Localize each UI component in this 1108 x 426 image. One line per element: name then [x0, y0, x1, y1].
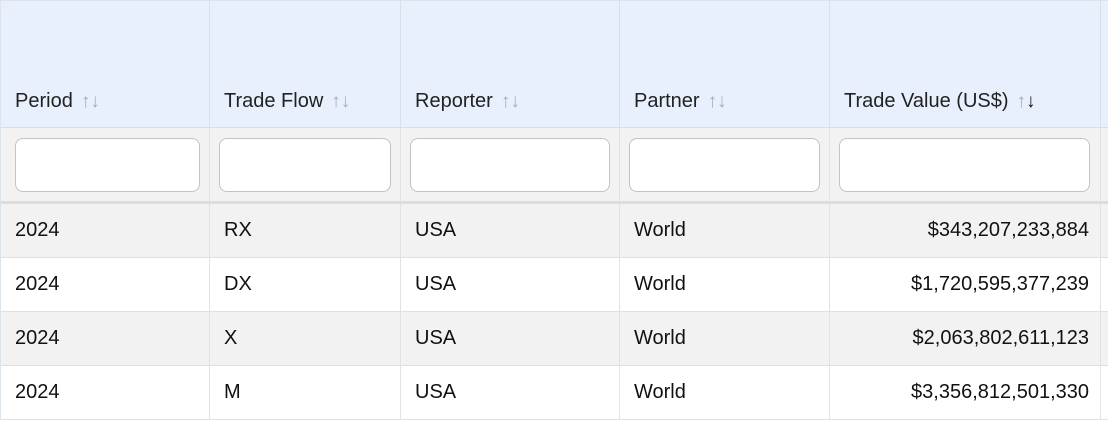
cell-reporter: USA [401, 204, 620, 257]
sort-icon[interactable]: ↑↓ [501, 91, 520, 113]
column-label-period: Period [15, 90, 73, 112]
cell-partner: World [620, 366, 830, 419]
cell-reporter: USA [401, 312, 620, 365]
table-row[interactable]: 2024 RX USA World $343,207,233,884 [1, 204, 1108, 258]
sort-icon[interactable]: ↑↓ [81, 91, 100, 113]
cell-overflow [1101, 204, 1108, 257]
cell-trade-value: $3,356,812,501,330 [830, 366, 1101, 419]
sort-ascending-icon: ↑ [80, 91, 91, 112]
table-row[interactable]: 2024 M USA World $3,356,812,501,330 [1, 366, 1108, 420]
column-header-overflow [1101, 1, 1108, 127]
sort-icon[interactable]: ↑↓ [1017, 91, 1036, 113]
sort-icon[interactable]: ↑↓ [331, 91, 350, 113]
cell-overflow [1101, 312, 1108, 365]
column-header-trade-value[interactable]: Trade Value (US$) ↑↓ [830, 1, 1101, 127]
filter-cell-reporter [401, 128, 620, 201]
column-header-period[interactable]: Period ↑↓ [1, 1, 210, 127]
cell-overflow [1101, 366, 1108, 419]
cell-period: 2024 [1, 204, 210, 257]
column-label-trade-value: Trade Value (US$) [844, 90, 1009, 112]
cell-trade-flow: DX [210, 258, 401, 311]
table-row[interactable]: 2024 X USA World $2,063,802,611,123 [1, 312, 1108, 366]
sort-descending-icon: ↓ [90, 91, 100, 112]
column-label-trade-flow: Trade Flow [224, 90, 324, 112]
column-header-trade-flow[interactable]: Trade Flow ↑↓ [210, 1, 401, 127]
sort-descending-icon: ↓ [340, 91, 351, 112]
sort-ascending-icon: ↑ [1016, 91, 1027, 112]
cell-trade-flow: X [210, 312, 401, 365]
filter-cell-overflow [1101, 128, 1108, 201]
sort-descending-icon: ↓ [510, 91, 520, 112]
filter-cell-period [1, 128, 210, 201]
cell-period: 2024 [1, 312, 210, 365]
cell-trade-value: $1,720,595,377,239 [830, 258, 1101, 311]
column-header-partner[interactable]: Partner ↑↓ [620, 1, 830, 127]
cell-period: 2024 [1, 258, 210, 311]
cell-period: 2024 [1, 366, 210, 419]
cell-trade-value: $2,063,802,611,123 [830, 312, 1101, 365]
sort-descending-icon-active: ↓ [1026, 91, 1036, 112]
filter-input-trade-value[interactable] [839, 137, 1090, 192]
filter-input-reporter[interactable] [410, 137, 610, 192]
cell-trade-flow: RX [210, 204, 401, 257]
filter-cell-trade-flow [210, 128, 401, 201]
cell-reporter: USA [401, 258, 620, 311]
column-header-reporter[interactable]: Reporter ↑↓ [401, 1, 620, 127]
cell-trade-flow: M [210, 366, 401, 419]
column-label-partner: Partner [634, 90, 700, 112]
sort-ascending-icon: ↑ [331, 91, 341, 112]
filter-input-trade-flow[interactable] [219, 137, 391, 192]
table-row[interactable]: 2024 DX USA World $1,720,595,377,239 [1, 258, 1108, 312]
trade-data-table: Period ↑↓ Trade Flow ↑↓ Reporter ↑↓ Part… [0, 0, 1108, 420]
cell-partner: World [620, 258, 830, 311]
filter-input-period[interactable] [15, 137, 200, 192]
cell-partner: World [620, 312, 830, 365]
sort-ascending-icon: ↑ [500, 91, 511, 112]
sort-ascending-icon: ↑ [707, 91, 718, 112]
cell-reporter: USA [401, 366, 620, 419]
sort-icon[interactable]: ↑↓ [708, 91, 727, 113]
sort-descending-icon: ↓ [717, 91, 727, 112]
filter-input-partner[interactable] [629, 137, 820, 192]
filter-cell-partner [620, 128, 830, 201]
cell-trade-value: $343,207,233,884 [830, 204, 1101, 257]
column-label-reporter: Reporter [415, 90, 493, 112]
table-header-row: Period ↑↓ Trade Flow ↑↓ Reporter ↑↓ Part… [1, 0, 1108, 128]
filter-cell-trade-value [830, 128, 1101, 201]
cell-overflow [1101, 258, 1108, 311]
filter-row [1, 128, 1108, 204]
cell-partner: World [620, 204, 830, 257]
